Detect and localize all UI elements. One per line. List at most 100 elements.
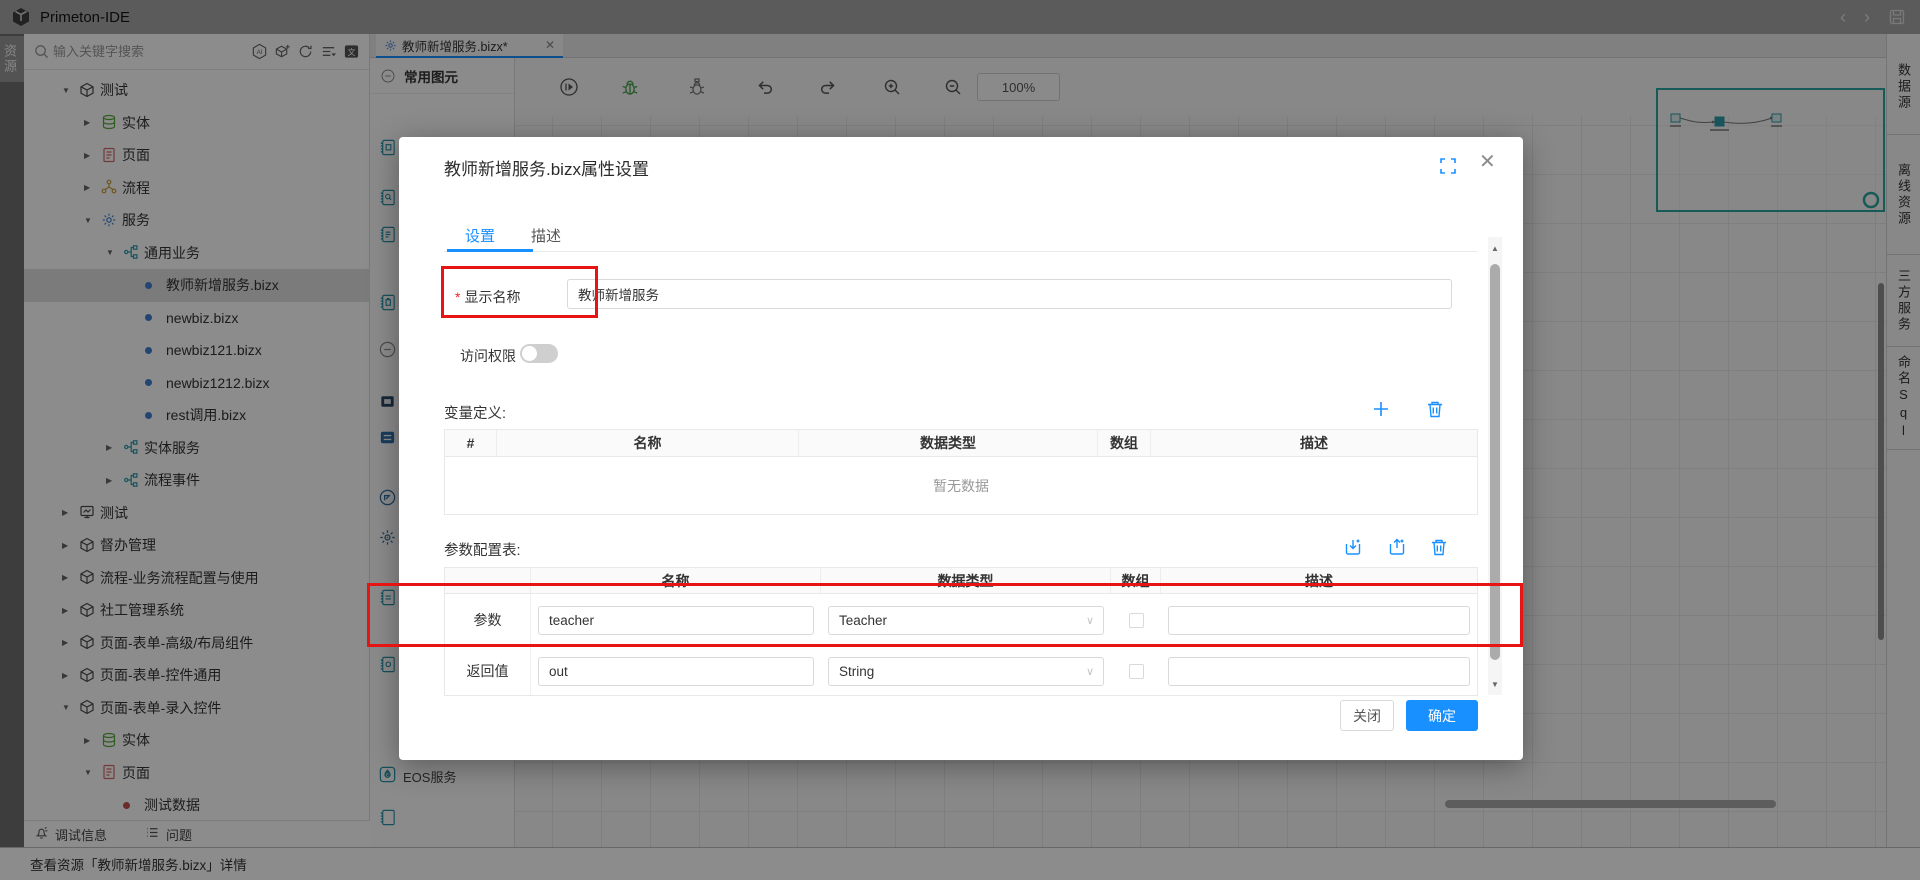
- palette-item-module-clip[interactable]: [378, 293, 397, 315]
- chevron-down-icon[interactable]: ▼: [62, 86, 79, 95]
- chevron-right-icon[interactable]: ▶: [62, 638, 79, 647]
- tree-item[interactable]: newbiz1212.bizx: [24, 367, 370, 400]
- close-button[interactable]: 关闭: [1340, 700, 1394, 731]
- param-type-select[interactable]: String∨: [828, 657, 1104, 686]
- zoom-level-box[interactable]: 100%: [977, 73, 1060, 101]
- add-variable-icon[interactable]: [1371, 399, 1391, 419]
- tree-item[interactable]: ▼页面: [24, 757, 370, 790]
- palette-item-module-chip2[interactable]: [378, 655, 397, 677]
- tree-item[interactable]: ▼通用业务: [24, 237, 370, 270]
- chevron-right-icon[interactable]: ▶: [84, 736, 101, 745]
- scroll-up-icon[interactable]: ▲: [1488, 237, 1502, 259]
- tree-item[interactable]: ▶页面-表单-控件通用: [24, 659, 370, 692]
- zoom-out-icon[interactable]: [943, 77, 963, 97]
- save-icon[interactable]: [1888, 8, 1906, 26]
- zoom-in-icon[interactable]: [882, 77, 902, 97]
- display-name-input[interactable]: [567, 279, 1452, 309]
- tree-item[interactable]: 测试数据: [24, 789, 370, 822]
- array-checkbox[interactable]: [1129, 664, 1144, 679]
- new-resource-icon[interactable]: [274, 43, 291, 60]
- palette-item-collapse-section[interactable]: [378, 340, 397, 362]
- horizontal-scrollbar-thumb[interactable]: [1445, 800, 1776, 808]
- palette-item-module-preview[interactable]: [378, 138, 397, 160]
- palette-item-module-form[interactable]: [378, 225, 397, 247]
- param-name-input[interactable]: [538, 606, 814, 635]
- tree-item[interactable]: ▶实体: [24, 724, 370, 757]
- bottom-tab-调试信息[interactable]: 调试信息: [34, 825, 107, 844]
- filter-list-icon[interactable]: [320, 43, 337, 60]
- tree-item[interactable]: 教师新增服务.bizx: [24, 269, 370, 302]
- modal-scrollbar-thumb[interactable]: [1490, 264, 1500, 660]
- redo-icon[interactable]: [818, 77, 838, 97]
- palette-item-step-export[interactable]: [378, 488, 397, 510]
- undo-icon[interactable]: [755, 77, 775, 97]
- close-icon[interactable]: ✕: [1479, 149, 1496, 174]
- chevron-right-icon[interactable]: ▶: [106, 443, 123, 452]
- chevron-down-icon[interactable]: ▼: [106, 248, 123, 257]
- export-params-icon[interactable]: [1387, 537, 1407, 557]
- tree-item[interactable]: ▶实体服务: [24, 432, 370, 465]
- right-tab-数据源[interactable]: 数据源: [1887, 40, 1920, 135]
- import-params-icon[interactable]: [1343, 537, 1363, 557]
- right-tab-三方服务[interactable]: 三方服务: [1887, 255, 1920, 347]
- palette-item-step-gear[interactable]: [378, 528, 397, 550]
- tree-item[interactable]: ▼服务: [24, 204, 370, 237]
- tab-close-icon[interactable]: ✕: [545, 38, 555, 52]
- chevron-right-icon[interactable]: ▶: [62, 671, 79, 680]
- right-tab-离线资源[interactable]: 离线资源: [1887, 135, 1920, 255]
- tree-item[interactable]: ▶督办管理: [24, 529, 370, 562]
- palette-header[interactable]: 常用图元: [370, 58, 514, 94]
- chevron-right-icon[interactable]: ▶: [84, 118, 101, 127]
- tree-item[interactable]: newbiz.bizx: [24, 302, 370, 335]
- chevron-right-icon[interactable]: ▶: [62, 508, 79, 517]
- delete-param-icon[interactable]: [1429, 537, 1449, 557]
- ok-button[interactable]: 确定: [1406, 700, 1478, 731]
- translate-icon[interactable]: 文: [343, 43, 360, 60]
- minimap[interactable]: [1656, 88, 1885, 212]
- tree-item[interactable]: ▶实体: [24, 107, 370, 140]
- palette-item-shape-square[interactable]: [378, 392, 397, 414]
- chevron-right-icon[interactable]: ▶: [84, 183, 101, 192]
- chevron-right-icon[interactable]: ▶: [62, 573, 79, 582]
- tree-item[interactable]: ▶页面-表单-高级/布局组件: [24, 627, 370, 660]
- chevron-down-icon[interactable]: ▼: [62, 703, 79, 712]
- palette-item-shape-lines[interactable]: [378, 428, 397, 450]
- chevron-right-icon[interactable]: ▶: [84, 151, 101, 160]
- nav-forward-icon[interactable]: ›: [1864, 8, 1870, 26]
- modal-tab-设置[interactable]: 设置: [447, 219, 513, 251]
- tree-item[interactable]: ▶流程-业务流程配置与使用: [24, 562, 370, 595]
- chevron-right-icon[interactable]: ▶: [62, 606, 79, 615]
- vertical-scrollbar-thumb[interactable]: [1878, 283, 1884, 640]
- tree-item[interactable]: newbiz121.bizx: [24, 334, 370, 367]
- horizontal-scrollbar[interactable]: [515, 799, 1886, 809]
- chevron-down-icon[interactable]: ▼: [84, 216, 101, 225]
- resources-strip-tab[interactable]: 资源: [0, 36, 24, 82]
- fullscreen-icon[interactable]: [1439, 157, 1457, 175]
- chevron-down-icon[interactable]: ▼: [84, 768, 101, 777]
- palette-item-module-chip[interactable]: [378, 588, 397, 610]
- nav-back-icon[interactable]: ‹: [1840, 8, 1846, 26]
- file-tab-active[interactable]: 教师新增服务.bizx* ✕: [376, 34, 563, 58]
- array-checkbox[interactable]: [1129, 613, 1144, 628]
- tree-item[interactable]: ▶页面: [24, 139, 370, 172]
- tree-item[interactable]: rest调用.bizx: [24, 399, 370, 432]
- chevron-right-icon[interactable]: ▶: [62, 541, 79, 550]
- run-icon[interactable]: [559, 77, 579, 97]
- bottom-tab-问题[interactable]: 问题: [145, 825, 192, 844]
- debug-secondary-icon[interactable]: [687, 77, 707, 97]
- ai-assist-icon[interactable]: AI: [251, 43, 268, 60]
- tree-item[interactable]: ▼测试: [24, 74, 370, 107]
- tree-item[interactable]: ▶流程: [24, 172, 370, 205]
- right-tab-命名Sql[interactable]: 命名Sql: [1887, 347, 1920, 450]
- param-name-input[interactable]: [538, 657, 814, 686]
- access-permission-toggle[interactable]: [520, 344, 558, 363]
- param-description-input[interactable]: [1168, 657, 1470, 686]
- param-type-select[interactable]: Teacher∨: [828, 606, 1104, 635]
- modal-tab-描述[interactable]: 描述: [513, 219, 579, 251]
- tree-item[interactable]: ▶测试: [24, 497, 370, 530]
- chevron-right-icon[interactable]: ▶: [106, 476, 123, 485]
- palette-item-module-search[interactable]: [378, 188, 397, 210]
- delete-variable-icon[interactable]: [1425, 399, 1445, 419]
- debug-bug-icon[interactable]: [620, 77, 640, 97]
- palette-item-eos[interactable]: EEOS服务: [378, 765, 456, 787]
